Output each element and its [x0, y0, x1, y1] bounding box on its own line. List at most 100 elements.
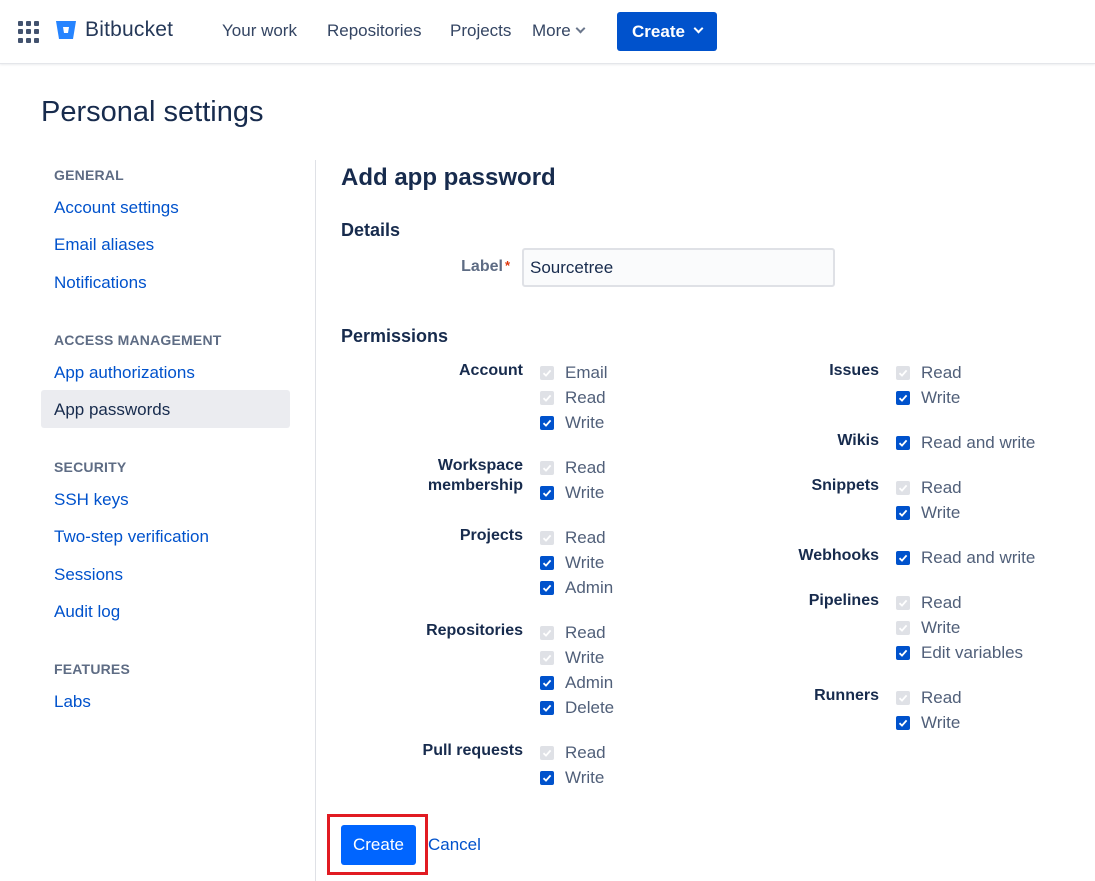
checkbox-checked[interactable]: [896, 506, 910, 520]
checkmark-icon: [898, 694, 908, 702]
checkbox-disabled-checked: [896, 481, 910, 495]
label-field-label: Label *: [461, 258, 510, 276]
nav-more[interactable]: More: [532, 21, 586, 41]
perm-pull-requests-write[interactable]: Write: [540, 768, 604, 788]
checkbox-checked[interactable]: [896, 716, 910, 730]
checkbox-checked[interactable]: [540, 771, 554, 785]
perm-wikis-read-write[interactable]: Read and write: [896, 433, 1035, 453]
perm-workspace-write[interactable]: Write: [540, 483, 604, 503]
perm-workspace-read: Read: [540, 458, 606, 478]
option-label: Admin: [565, 578, 614, 597]
checkmark-icon: [542, 679, 552, 687]
perm-runners-write[interactable]: Write: [896, 713, 960, 733]
checkbox-checked[interactable]: [540, 581, 554, 595]
sidebar-heading-general: GENERAL: [54, 167, 124, 183]
option-label: Admin: [565, 673, 614, 692]
checkbox-disabled-checked: [896, 621, 910, 635]
checkmark-icon: [542, 534, 552, 542]
checkbox-checked[interactable]: [896, 551, 910, 565]
perm-account-read: Read: [540, 388, 606, 408]
perm-issues-write[interactable]: Write: [896, 388, 960, 408]
perm-projects-read: Read: [540, 528, 606, 548]
sidebar-item-two-step[interactable]: Two-step verification: [54, 527, 209, 547]
perm-pipelines-edit-variables[interactable]: Edit variables: [896, 643, 1023, 663]
option-label: Delete: [565, 698, 615, 717]
checkmark-icon: [542, 774, 552, 782]
checkbox-disabled-checked: [540, 626, 554, 640]
checkmark-icon: [898, 599, 908, 607]
perm-issues-read: Read: [896, 363, 962, 383]
option-label: Write: [921, 503, 961, 522]
sidebar-item-audit-log[interactable]: Audit log: [54, 602, 120, 622]
option-label: Read: [921, 593, 962, 612]
checkbox-checked[interactable]: [540, 486, 554, 500]
checkbox-checked[interactable]: [540, 416, 554, 430]
perm-webhooks-read-write[interactable]: Read and write: [896, 548, 1035, 568]
perm-pull-requests-read: Read: [540, 743, 606, 763]
option-label: Email: [565, 363, 608, 382]
perm-repositories-read: Read: [540, 623, 606, 643]
checkbox-checked[interactable]: [540, 676, 554, 690]
checkbox-checked[interactable]: [540, 701, 554, 715]
checkbox-disabled-checked: [896, 596, 910, 610]
perm-repositories-delete[interactable]: Delete: [540, 698, 614, 718]
checkbox-disabled-checked: [540, 366, 554, 380]
checkbox-disabled-checked: [540, 531, 554, 545]
sidebar-heading-access: ACCESS MANAGEMENT: [54, 332, 222, 348]
sidebar-item-notifications[interactable]: Notifications: [54, 273, 147, 293]
brand-name: Bitbucket: [85, 18, 174, 41]
bitbucket-logo[interactable]: Bitbucket: [55, 18, 173, 42]
option-label: Read and write: [921, 548, 1036, 567]
nav-projects[interactable]: Projects: [450, 21, 511, 41]
sidebar-item-app-passwords[interactable]: App passwords: [41, 390, 290, 428]
sidebar-item-app-authorizations[interactable]: App authorizations: [54, 363, 195, 383]
sidebar-item-ssh-keys[interactable]: SSH keys: [54, 490, 129, 510]
create-dropdown-label: Create: [632, 21, 685, 41]
perm-account-email: Email: [540, 363, 608, 383]
sidebar-item-email-aliases[interactable]: Email aliases: [54, 235, 154, 255]
option-label: Write: [565, 768, 605, 787]
perm-repositories-admin[interactable]: Admin: [540, 673, 613, 693]
perm-projects-write[interactable]: Write: [540, 553, 604, 573]
checkmark-icon: [898, 369, 908, 377]
nav-repositories[interactable]: Repositories: [327, 21, 422, 41]
perm-account-write[interactable]: Write: [540, 413, 604, 433]
checkmark-icon: [898, 509, 908, 517]
perm-group-repositories: Repositories: [426, 622, 523, 639]
option-label: Read: [565, 743, 606, 762]
option-label: Write: [565, 483, 605, 502]
option-label: Read: [565, 388, 606, 407]
checkmark-icon: [542, 464, 552, 472]
perm-projects-admin[interactable]: Admin: [540, 578, 613, 598]
perm-snippets-write[interactable]: Write: [896, 503, 960, 523]
checkmark-icon: [542, 394, 552, 402]
option-label: Edit variables: [921, 643, 1024, 662]
group-label-line2: membership: [427, 477, 523, 494]
label-input[interactable]: [522, 248, 835, 287]
sidebar-item-account-settings[interactable]: Account settings: [54, 198, 179, 218]
checkbox-checked[interactable]: [896, 646, 910, 660]
sidebar-item-sessions[interactable]: Sessions: [54, 565, 123, 585]
perm-group-projects: Projects: [459, 527, 523, 544]
details-heading: Details: [341, 220, 401, 240]
checkmark-icon: [542, 654, 552, 662]
option-label: Read: [565, 623, 606, 642]
sidebar-heading-security: SECURITY: [54, 459, 127, 475]
checkbox-checked[interactable]: [896, 391, 910, 405]
create-dropdown-button[interactable]: Create: [617, 12, 717, 51]
create-button[interactable]: Create: [341, 825, 416, 865]
sidebar-item-labs[interactable]: Labs: [54, 692, 91, 712]
checkbox-disabled-checked: [540, 391, 554, 405]
app-switcher-icon[interactable]: [18, 21, 40, 43]
cancel-button[interactable]: Cancel: [428, 835, 481, 855]
nav-your-work[interactable]: Your work: [222, 21, 297, 41]
perm-group-runners: Runners: [814, 687, 879, 704]
checkmark-icon: [898, 624, 908, 632]
checkbox-checked[interactable]: [540, 556, 554, 570]
checkmark-icon: [542, 629, 552, 637]
checkmark-icon: [542, 419, 552, 427]
checkbox-checked[interactable]: [896, 436, 910, 450]
required-marker: *: [504, 258, 510, 273]
checkmark-icon: [898, 719, 908, 727]
option-label: Write: [565, 553, 605, 572]
